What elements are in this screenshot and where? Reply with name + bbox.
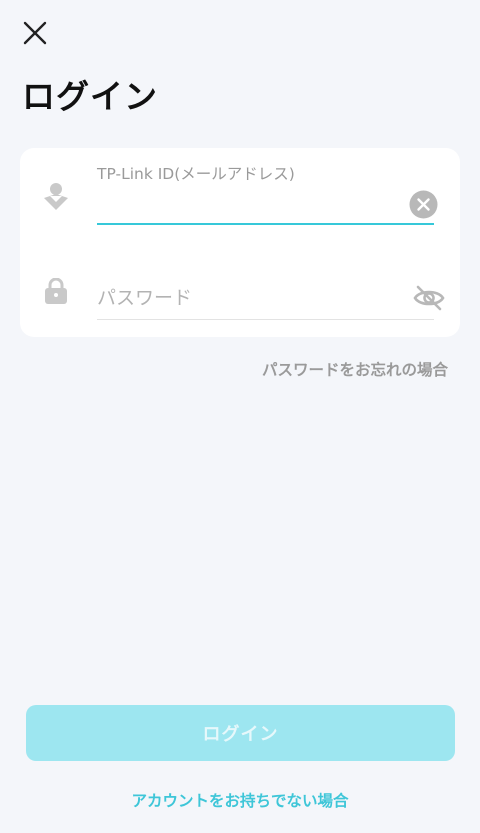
login-button[interactable]: ログイン bbox=[26, 705, 455, 761]
password-field-underline bbox=[97, 319, 434, 320]
user-icon bbox=[44, 183, 68, 210]
close-icon bbox=[23, 21, 47, 45]
email-field-label: TP-Link ID(メールアドレス) bbox=[97, 165, 295, 183]
email-field-underline bbox=[97, 223, 434, 225]
lock-icon bbox=[45, 278, 67, 304]
page-title: ログイン bbox=[22, 77, 158, 116]
forgot-password-link[interactable]: パスワードをお忘れの場合 bbox=[262, 358, 448, 380]
toggle-password-visibility-button[interactable] bbox=[413, 284, 445, 312]
close-button[interactable] bbox=[18, 16, 52, 50]
no-account-link[interactable]: アカウントをお持ちでない場合 bbox=[0, 789, 480, 811]
clear-circle-icon bbox=[409, 190, 438, 219]
eye-off-icon bbox=[413, 285, 445, 311]
password-field[interactable] bbox=[97, 282, 397, 314]
email-field[interactable] bbox=[97, 188, 397, 218]
clear-email-button[interactable] bbox=[409, 190, 438, 219]
